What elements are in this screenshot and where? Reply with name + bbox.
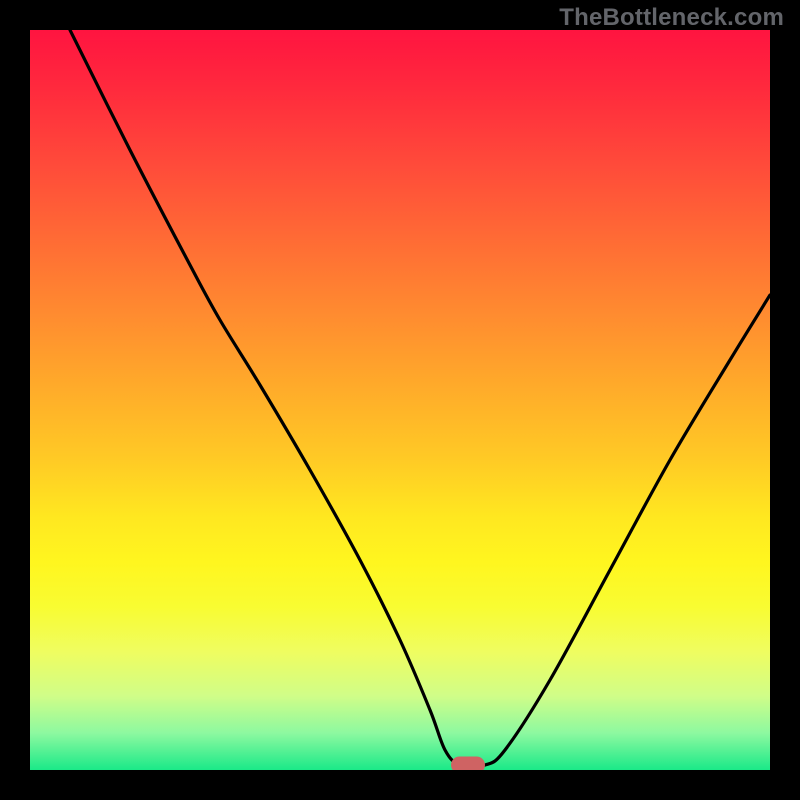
trough-marker [451,757,485,771]
bottleneck-curve [30,30,770,770]
plot-area [30,30,770,770]
chart-frame: TheBottleneck.com [0,0,800,800]
watermark-text: TheBottleneck.com [559,4,784,32]
